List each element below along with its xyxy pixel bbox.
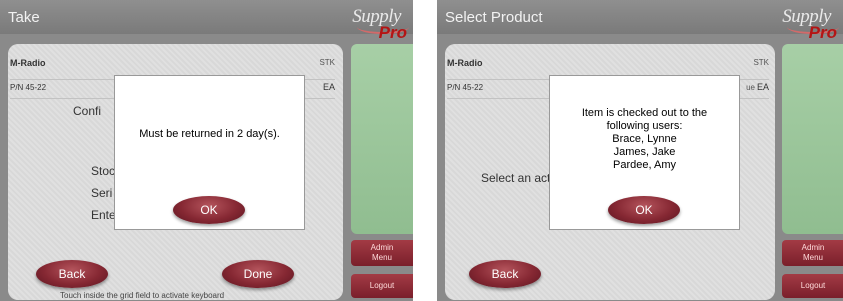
admin-menu-button[interactable]: Admin Menu	[782, 240, 843, 266]
dialog-message: Must be returned in 2 day(s).	[139, 128, 280, 140]
checkout-user-1: Brace, Lynne	[612, 133, 677, 145]
screen-title: Take	[8, 9, 40, 26]
back-button[interactable]: Back	[469, 260, 541, 288]
screen-title: Select Product	[445, 9, 543, 26]
part-number: P/N 45-22	[10, 83, 47, 92]
enter-label: Ente	[91, 208, 116, 222]
logout-button[interactable]: Logout	[782, 274, 843, 298]
supplypro-logo: Supply Pro	[782, 6, 839, 42]
checkout-line-1: Item is checked out to the	[581, 107, 708, 119]
item-code: STK	[753, 58, 769, 67]
item-header: M-Radio STK	[10, 56, 335, 74]
confirm-label: Confi	[73, 104, 102, 118]
back-button[interactable]: Back	[36, 260, 108, 288]
logout-button[interactable]: Logout	[351, 274, 413, 298]
keyboard-hint: Touch inside the grid field to activate …	[60, 291, 225, 300]
checkout-user-3: Pardee, Amy	[613, 159, 676, 171]
unit-suffix: ue	[746, 83, 755, 92]
done-button[interactable]: Done	[222, 260, 294, 288]
select-action-label: Select an actio	[481, 171, 560, 185]
supplypro-logo: Supply Pro	[352, 6, 409, 42]
stock-label: Stoc	[91, 164, 116, 178]
take-screen: Take Supply Pro M-Radio STK P/N 45-22 EA…	[0, 0, 413, 301]
item-name: M-Radio	[10, 58, 46, 68]
unit: EA	[322, 82, 335, 92]
item-header: M-Radio STK	[447, 56, 769, 74]
checkout-user-2: James, Jake	[613, 146, 676, 158]
unit: EA	[756, 82, 769, 92]
title-bar: Take Supply Pro	[0, 0, 413, 42]
checkout-dialog: Item is checked out to the following use…	[549, 75, 740, 230]
serial-label: Seri	[91, 186, 113, 200]
message-dialog: Must be returned in 2 day(s). OK	[114, 75, 305, 230]
item-code: STK	[319, 58, 335, 67]
side-panel	[782, 44, 843, 234]
admin-menu-button[interactable]: Admin Menu	[351, 240, 413, 266]
item-name: M-Radio	[447, 58, 483, 68]
checkout-line-2: following users:	[606, 120, 683, 132]
title-bar: Select Product Supply Pro	[437, 0, 843, 42]
part-number: P/N 45-22	[447, 83, 484, 92]
ok-button[interactable]: OK	[608, 196, 680, 224]
side-panel	[351, 44, 413, 234]
select-product-screen: Select Product Supply Pro M-Radio STK P/…	[437, 0, 843, 301]
ok-button[interactable]: OK	[173, 196, 245, 224]
